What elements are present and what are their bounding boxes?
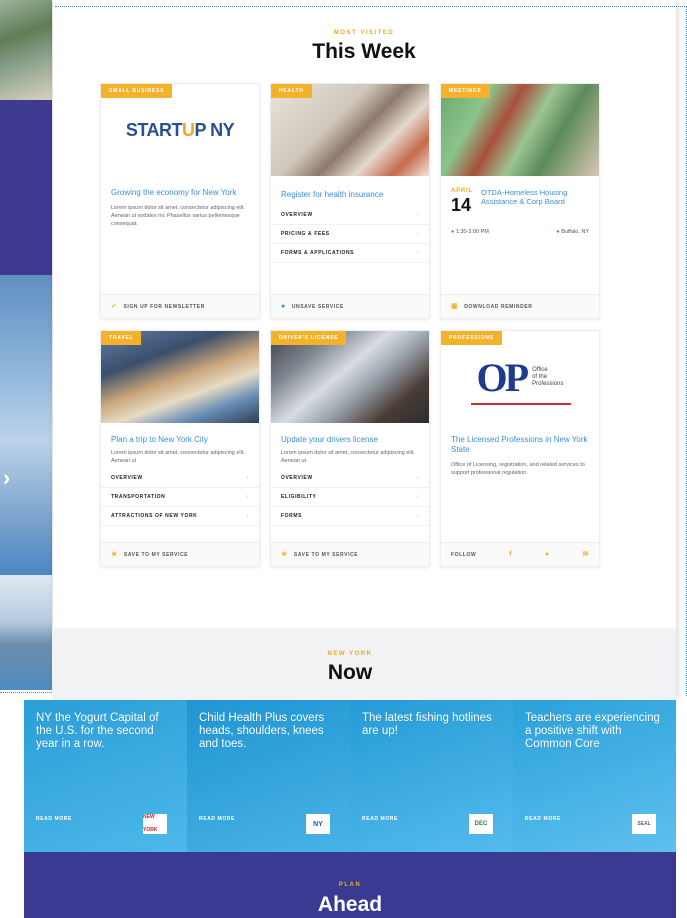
link-forms-applications[interactable]: FORMS & APPLICATIONS › (271, 244, 429, 263)
service-card-meetings[interactable]: MEETINGS APRIL 14 OTDA-Homeless Housing … (440, 83, 600, 319)
service-card-health[interactable]: HEALTH Register for health insurance OVE… (270, 83, 430, 319)
background-photo-trees (0, 0, 52, 100)
chevron-right-icon: › (416, 250, 419, 256)
location-pin-icon: ● (556, 229, 560, 235)
news-tile[interactable]: The latest fishing hotlines are up! READ… (350, 700, 513, 852)
chevron-right-icon: › (246, 475, 249, 481)
event-title-link[interactable]: OTDA-Homeless Housing Assistance & Corp … (481, 188, 589, 215)
link-attractions[interactable]: ATTRACTIONS OF NEW YORK › (101, 507, 259, 526)
chevron-right-icon[interactable]: › (3, 465, 10, 491)
news-headline[interactable]: The latest fishing hotlines are up! (362, 712, 501, 738)
service-card-drivers-license[interactable]: DRIVER'S LICENSE Update your drivers lic… (270, 330, 430, 567)
link-overview[interactable]: OVERVIEW › (101, 469, 259, 488)
section-title: Ahead (317, 893, 383, 916)
link-transportation[interactable]: TRANSPORTATION › (101, 488, 259, 507)
news-tile[interactable]: Teachers are experiencing a positive shi… (513, 700, 676, 852)
chevron-right-icon: › (416, 212, 419, 218)
news-tile[interactable]: NY the Yogurt Capital of the U.S. for th… (24, 700, 187, 852)
link-forms[interactable]: FORMS › (271, 507, 429, 526)
check-icon: ✓ (111, 302, 118, 310)
download-reminder-button[interactable]: ▣ DOWNLOAD REMINDER (441, 294, 599, 318)
news-headline[interactable]: Teachers are experiencing a positive shi… (525, 712, 664, 751)
card-title-link[interactable]: Growing the economy for New York (101, 188, 259, 198)
star-icon: ★ (111, 550, 118, 558)
star-icon: ★ (281, 550, 288, 558)
twitter-icon[interactable]: ● (545, 543, 550, 567)
follow-label: FOLLOW (451, 551, 477, 558)
agency-logo: NEW YORK (143, 814, 167, 834)
read-more-link[interactable]: READ MORE (525, 813, 561, 826)
chevron-right-icon: › (416, 475, 419, 481)
service-card-travel[interactable]: TRAVEL Plan a trip to New York City Lore… (100, 330, 260, 567)
card-title-link[interactable]: Update your drivers license (271, 435, 429, 445)
background-purple-band (0, 100, 52, 275)
news-tiles: NY the Yogurt Capital of the U.S. for th… (24, 700, 676, 852)
bookmark-filled-icon: ● (281, 302, 286, 310)
read-more-link[interactable]: READ MORE (362, 813, 398, 826)
facebook-icon[interactable]: f (509, 543, 512, 567)
card-title-link[interactable]: Register for health insurance (271, 190, 429, 200)
agency-logo: NY (306, 814, 330, 834)
link-pricing-fees[interactable]: PRICING & FEES › (271, 225, 429, 244)
agency-seal-logo: SEAL (632, 814, 656, 834)
chevron-right-icon: › (246, 494, 249, 500)
unsave-service-button[interactable]: ● UNSAVE SERVICE (271, 294, 429, 318)
card-description: Lorem ipsum dolor sit amet, consectetur … (111, 450, 245, 464)
link-eligibility[interactable]: ELIGIBILITY › (271, 488, 429, 507)
link-overview[interactable]: OVERVIEW › (271, 469, 429, 488)
link-overview[interactable]: OVERVIEW › (271, 206, 429, 225)
category-badge: TRAVEL (101, 331, 142, 345)
read-more-link[interactable]: READ MORE (199, 813, 235, 826)
save-service-button[interactable]: ★ SAVE TO MY SERVICE (101, 542, 259, 566)
email-icon[interactable]: ✉ (583, 543, 589, 567)
section-kicker: PLAN (338, 882, 362, 888)
background-photo-sky (0, 275, 52, 575)
section-title: This Week (312, 40, 416, 63)
event-month: APRIL (451, 188, 473, 194)
card-description: Office of Licensing, registration, and r… (451, 462, 585, 476)
calendar-icon: ▣ (451, 302, 459, 310)
card-description: Lorem ipsum dolor sit amet, consectetur … (281, 450, 415, 464)
section-kicker: MOST VISITED (333, 30, 395, 36)
card-title-link[interactable]: Plan a trip to New York City (101, 435, 259, 445)
agency-logo: DEC (469, 814, 493, 834)
service-card-professions[interactable]: PROFESSIONS OP Office of the Professions T… (440, 330, 600, 567)
event-meta: ● 1:30-3:00 PM ● Buffalo, NY (451, 229, 589, 235)
clock-icon: ● (451, 229, 455, 235)
news-headline[interactable]: NY the Yogurt Capital of the U.S. for th… (36, 712, 175, 751)
chevron-right-icon: › (416, 494, 419, 500)
news-tile[interactable]: Child Health Plus covers heads, shoulder… (187, 700, 350, 852)
news-headline[interactable]: Child Health Plus covers heads, shoulder… (199, 712, 338, 751)
background-carousel: › (0, 0, 60, 700)
guide-line (55, 6, 687, 7)
chevron-right-icon: › (416, 231, 419, 237)
event-day: 14 (451, 195, 472, 215)
card-description: Lorem ipsum dolor sit amet, consectetur … (111, 205, 245, 227)
category-badge: SMALL BUSINESS (101, 84, 173, 98)
category-badge: DRIVER'S LICENSE (271, 331, 347, 345)
follow-bar: FOLLOW f ● ✉ (441, 542, 599, 566)
newsletter-signup-button[interactable]: ✓ SIGN UP FOR NEWSLETTER (101, 294, 259, 318)
event-block: APRIL 14 OTDA-Homeless Housing Assistanc… (441, 188, 599, 215)
chevron-right-icon: › (416, 513, 419, 519)
save-service-button[interactable]: ★ SAVE TO MY SERVICE (271, 542, 429, 566)
chevron-right-icon: › (246, 513, 249, 519)
section-title: Now (327, 661, 373, 684)
service-card-small-business[interactable]: SMALL BUSINESS STARTUP NY Growing the ec… (100, 83, 260, 319)
category-badge: PROFESSIONS (441, 331, 502, 345)
category-badge: HEALTH (271, 84, 312, 98)
category-badge: MEETINGS (441, 84, 490, 98)
section-kicker: NEW YORK (327, 651, 373, 657)
read-more-link[interactable]: READ MORE (36, 813, 72, 826)
card-title-link[interactable]: The Licensed Professions in New York Sta… (441, 435, 599, 455)
